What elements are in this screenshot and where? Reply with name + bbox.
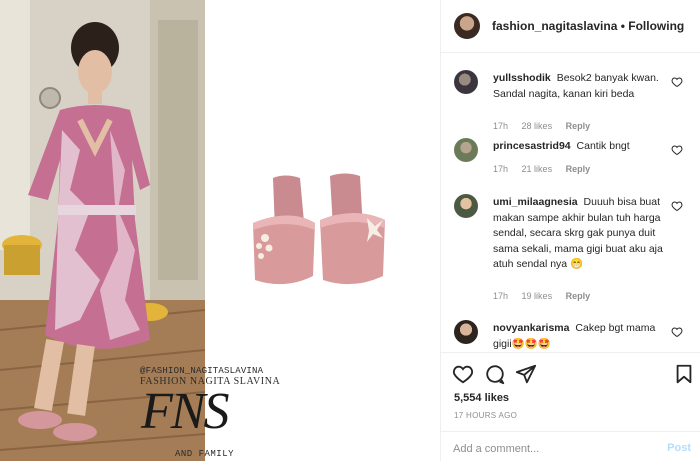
comment-body: yullsshodik Besok2 banyak kwan. Sandal n… xyxy=(493,71,663,102)
post-timestamp[interactable]: 17 HOURS AGO xyxy=(454,411,517,420)
comment-like-icon[interactable] xyxy=(671,200,683,212)
comment-likes[interactable]: 21 likes xyxy=(522,164,553,174)
comment-username[interactable]: novyankarisma xyxy=(493,322,569,334)
comment-time[interactable]: 17h xyxy=(493,121,508,131)
comment-likes[interactable]: 19 likes xyxy=(522,291,553,301)
comment-meta: 17h 19 likes Reply xyxy=(493,291,601,301)
post-actions: 5,554 likes 17 HOURS AGO Post xyxy=(441,352,700,461)
post-header: fashion_nagitaslavina • Following xyxy=(441,0,700,53)
comment-body: umi_milaagnesia Duuuh bisa buat makan sa… xyxy=(493,195,663,273)
comment-body: novyankarisma Cakep bgt mama gigii🤩🤩🤩 xyxy=(493,321,663,350)
comment-body: princesastrid94 Cantik bngt xyxy=(493,139,663,155)
comment-meta: 17h 28 likes Reply xyxy=(493,121,601,131)
commenter-avatar[interactable] xyxy=(454,320,478,344)
header-separator: • xyxy=(620,19,625,33)
comments-list[interactable]: yullsshodik Besok2 banyak kwan. Sandal n… xyxy=(441,54,700,350)
comment-username[interactable]: umi_milaagnesia xyxy=(493,196,578,208)
heart-icon[interactable] xyxy=(452,363,474,385)
comment-username[interactable]: princesastrid94 xyxy=(493,140,571,152)
commenter-avatar[interactable] xyxy=(454,70,478,94)
comment-like-icon[interactable] xyxy=(671,144,683,156)
post-comment-button[interactable]: Post xyxy=(667,442,691,454)
comment-likes[interactable]: 28 likes xyxy=(522,121,553,131)
comment-reply-button[interactable]: Reply xyxy=(566,164,591,174)
comment-text: Cantik bngt xyxy=(576,140,630,152)
comment-time[interactable]: 17h xyxy=(493,291,508,301)
following-button[interactable]: Following xyxy=(628,19,684,33)
add-comment-bar: Post xyxy=(441,431,700,461)
comment-time[interactable]: 17h xyxy=(493,164,508,174)
post-media[interactable]: @FASHION_NAGITASLAVINA FASHION NAGITA SL… xyxy=(0,0,440,461)
bookmark-icon[interactable] xyxy=(673,363,695,385)
commenter-avatar[interactable] xyxy=(454,194,478,218)
watermark-tagline: AND FAMILY xyxy=(175,449,235,459)
comment-like-icon[interactable] xyxy=(671,326,683,338)
commenter-avatar[interactable] xyxy=(454,138,478,162)
comment-input[interactable] xyxy=(453,441,653,457)
sandals-product-image xyxy=(245,168,395,298)
author-avatar[interactable] xyxy=(454,13,480,39)
watermark-monogram: FNS xyxy=(141,383,229,440)
comment-username[interactable]: yullsshodik xyxy=(493,72,551,84)
post-sidebar: fashion_nagitaslavina • Following yullss… xyxy=(440,0,700,461)
share-icon[interactable] xyxy=(515,363,537,385)
comment-reply-button[interactable]: Reply xyxy=(566,291,591,301)
header-user-line: fashion_nagitaslavina • Following xyxy=(492,19,684,33)
author-username[interactable]: fashion_nagitaslavina xyxy=(492,19,617,33)
comment-meta: 17h 21 likes Reply xyxy=(493,164,601,174)
likes-count[interactable]: 5,554 likes xyxy=(454,392,509,404)
comment-like-icon[interactable] xyxy=(671,76,683,88)
watermark-handle: @FASHION_NAGITASLAVINA xyxy=(140,366,264,376)
comment-icon[interactable] xyxy=(484,363,506,385)
comment-reply-button[interactable]: Reply xyxy=(566,121,591,131)
